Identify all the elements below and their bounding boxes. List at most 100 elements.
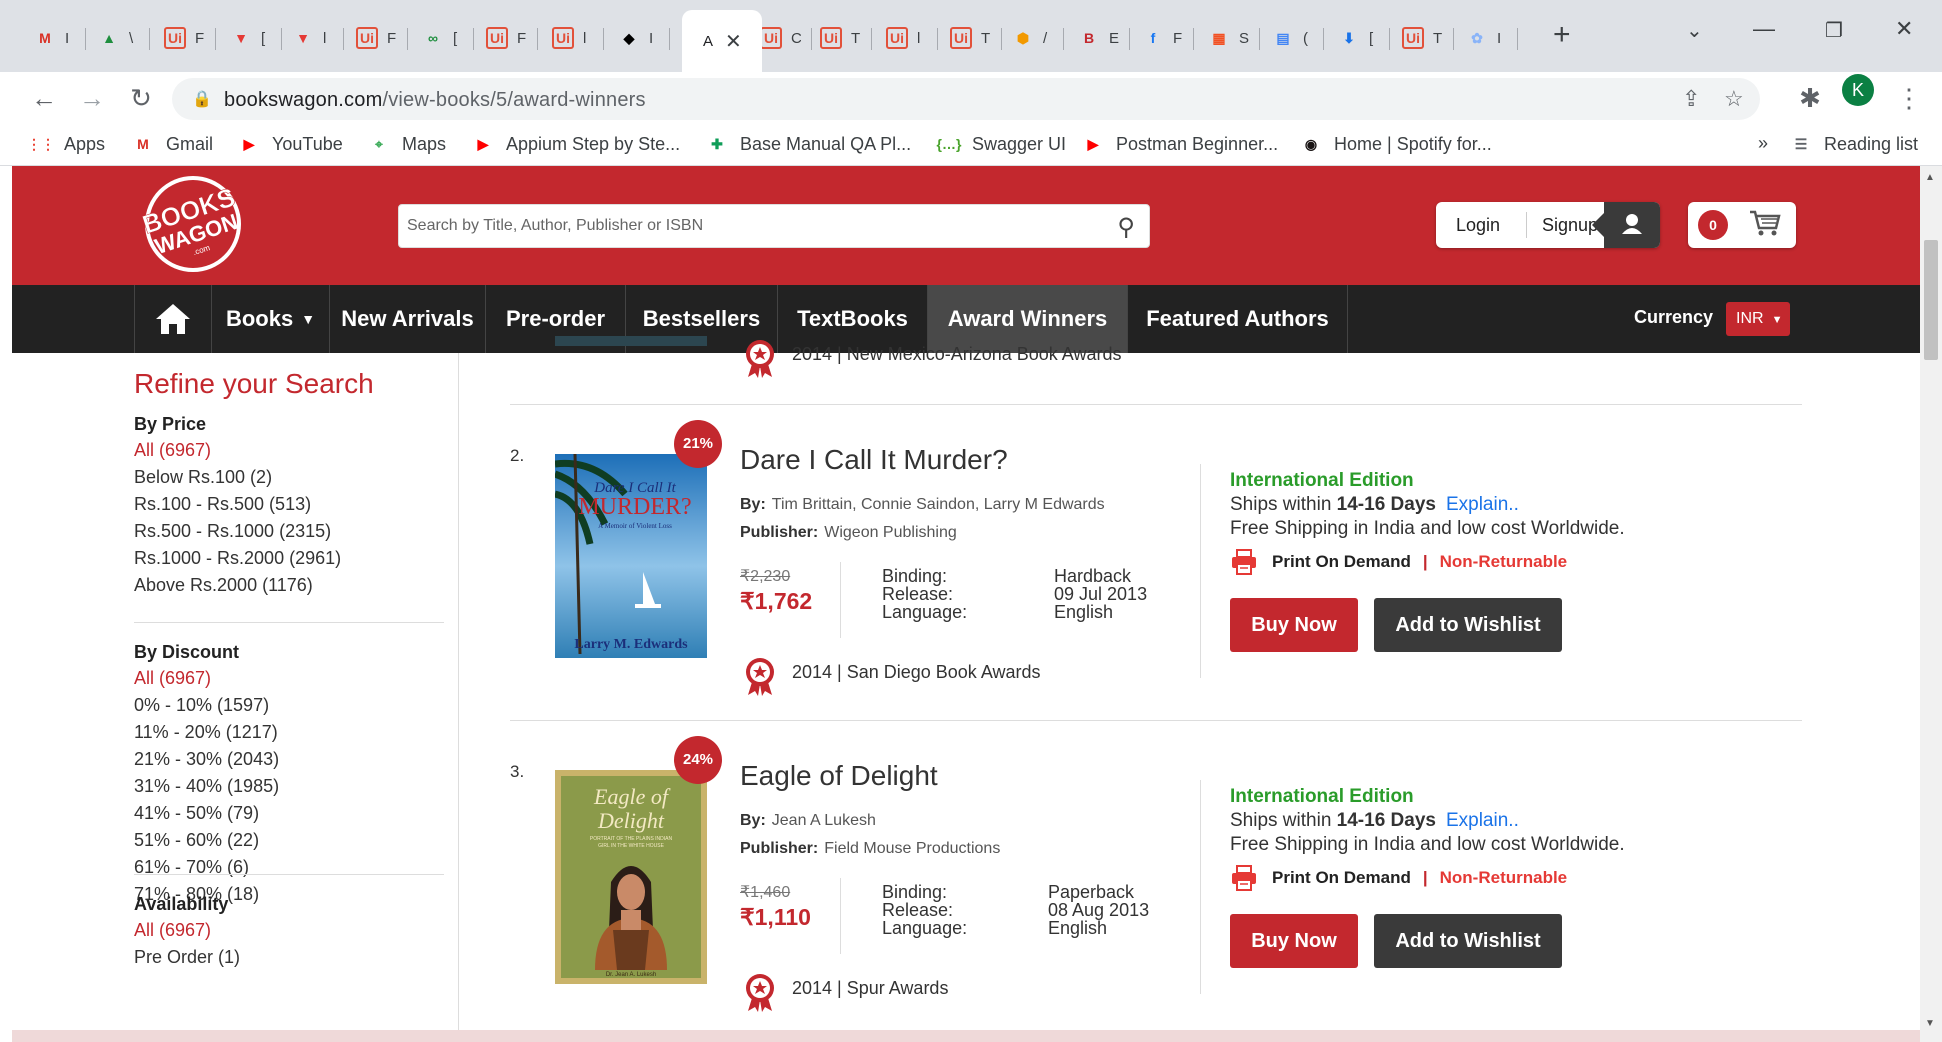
browser-tab[interactable]: MI <box>22 14 86 62</box>
add-to-wishlist-button[interactable]: Add to Wishlist <box>1374 598 1562 652</box>
bookmark-maps[interactable]: ⌖ Maps <box>368 133 446 155</box>
buy-now-button[interactable]: Buy Now <box>1230 914 1358 968</box>
book-cover[interactable]: Dare I Call It MURDER? A Memoir of Violent… <box>555 454 707 658</box>
tab-close-icon[interactable]: ✕ <box>725 29 742 54</box>
browser-tab[interactable]: Ui F <box>474 14 538 62</box>
author-links[interactable]: Tim Brittain, Connie Saindon, Larry M Ed… <box>772 496 1105 513</box>
browser-tab[interactable]: Ui l <box>540 14 604 62</box>
signup-link[interactable]: Signup <box>1542 215 1598 236</box>
filter-option[interactable]: All (6967) <box>134 920 211 941</box>
filter-option[interactable]: Rs.1000 - Rs.2000 (2961) <box>134 548 341 569</box>
cart-icon[interactable] <box>1748 208 1782 245</box>
profile-avatar[interactable]: K <box>1842 74 1874 106</box>
nav-books[interactable]: Books ▼ <box>212 285 330 353</box>
book-title[interactable]: Dare I Call It Murder? <box>740 444 1008 476</box>
book-cover[interactable]: Eagle of Delight PORTRAIT OF THE PLAINS IN… <box>555 770 707 984</box>
browser-tab[interactable]: Ui F <box>344 14 408 62</box>
scroll-up-icon[interactable]: ▲ <box>1925 172 1935 183</box>
reload-icon[interactable]: ↻ <box>124 82 158 114</box>
filter-option[interactable]: Pre Order (1) <box>134 947 240 968</box>
filter-option[interactable]: Rs.100 - Rs.500 (513) <box>134 494 311 515</box>
currency-select[interactable]: INR ▼ <box>1726 302 1790 336</box>
search-input[interactable] <box>407 215 1087 237</box>
filter-option[interactable]: 51% - 60% (22) <box>134 830 259 851</box>
browser-tab[interactable]: ◆ I <box>606 14 670 62</box>
browser-tab[interactable]: ∞[ <box>410 14 474 62</box>
bookmark-spotify[interactable]: ◉ Home | Spotify for... <box>1300 133 1492 155</box>
close-window-icon[interactable]: ✕ <box>1895 16 1913 42</box>
search-icon[interactable]: ⚲ <box>1117 213 1135 242</box>
more-bookmarks-button[interactable]: » <box>1758 133 1768 154</box>
browser-tab[interactable]: ▤( <box>1260 14 1324 62</box>
url-text[interactable]: bookswagon.com/view-books/5/award-winner… <box>224 89 646 112</box>
share-icon[interactable]: ⇪ <box>1682 86 1700 112</box>
cart-button[interactable]: 0 <box>1688 202 1796 248</box>
scrollbar-thumb[interactable] <box>1924 240 1938 360</box>
book-cover[interactable] <box>555 336 707 346</box>
filter-option[interactable]: All (6967) <box>134 440 211 461</box>
bookmark-swagger[interactable]: {…} Swagger UI <box>937 133 1067 155</box>
browser-tab[interactable]: ▼ l <box>280 14 344 62</box>
filter-option[interactable]: Above Rs.2000 (1176) <box>134 575 313 596</box>
bookmark-label: Maps <box>402 133 447 154</box>
search-result: 2. Dare I Call It MURDER? A Memoir of Viole… <box>510 414 1802 730</box>
browser-tab[interactable]: ✿ I <box>1454 14 1518 62</box>
bookmark-plus[interactable]: ✚ Base Manual QA Pl... <box>706 133 911 155</box>
browser-tab[interactable]: ▼[ <box>218 14 282 62</box>
explain-link[interactable]: Explain.. <box>1446 810 1519 831</box>
browser-tab[interactable]: fF <box>1130 14 1194 62</box>
new-tab-button[interactable]: + <box>1553 18 1571 52</box>
browser-tab[interactable]: Ui T <box>1390 14 1454 62</box>
buy-now-button[interactable]: Buy Now <box>1230 598 1358 652</box>
forward-icon[interactable]: → <box>75 82 109 114</box>
filter-option[interactable]: 11% - 20% (1217) <box>134 722 278 743</box>
filter-option[interactable]: 31% - 40% (1985) <box>134 776 279 797</box>
bookswagon-logo[interactable]: BOOKS WAGON .com <box>134 174 252 274</box>
search-result: 3. Eagle of Delight PORTRAIT OF THE PLAINS … <box>510 730 1802 1042</box>
bookmark-youtube[interactable]: ▶ Appium Step by Ste... <box>472 133 680 155</box>
lock-icon[interactable]: 🔒 <box>192 89 212 109</box>
explain-link[interactable]: Explain.. <box>1446 494 1519 515</box>
browser-tab[interactable]: ▲ \ <box>86 14 150 62</box>
browser-tab[interactable]: Ui T <box>808 14 872 62</box>
filter-option[interactable]: 41% - 50% (79) <box>134 803 259 824</box>
author-links[interactable]: Jean A Lukesh <box>772 812 876 829</box>
address-bar[interactable]: 🔒 bookswagon.com/view-books/5/award-winn… <box>172 78 1760 120</box>
browser-tab[interactable]: BE <box>1066 14 1130 62</box>
tab-separator <box>215 28 216 50</box>
user-icon[interactable] <box>1592 202 1660 248</box>
filter-option[interactable]: 21% - 30% (2043) <box>134 749 279 770</box>
tab-search-icon[interactable]: ⌄ <box>1686 18 1703 43</box>
browser-tab-active[interactable]: A ✕ <box>682 10 762 72</box>
browser-tab[interactable]: Ui l <box>874 14 938 62</box>
filter-option[interactable]: 0% - 10% (1597) <box>134 695 269 716</box>
publisher-name[interactable]: Wigeon Publishing <box>824 524 957 541</box>
extensions-icon[interactable]: ✱ <box>1793 82 1827 114</box>
back-icon[interactable]: ← <box>27 82 61 114</box>
home-icon[interactable] <box>134 285 212 353</box>
browser-tab[interactable]: Ui F <box>152 14 216 62</box>
browser-tab[interactable]: ⬇[ <box>1326 14 1390 62</box>
bookmark-youtube[interactable]: ▶ YouTube <box>238 133 343 155</box>
bookmark-gmail[interactable]: M Gmail <box>132 133 213 155</box>
browser-tab[interactable]: ▦ S <box>1196 14 1260 62</box>
bookmark-apps[interactable]: ⋮⋮ Apps <box>27 133 105 155</box>
reading-list-button[interactable]: ☰ Reading list <box>1790 133 1918 155</box>
add-to-wishlist-button[interactable]: Add to Wishlist <box>1374 914 1562 968</box>
filter-option[interactable]: Rs.500 - Rs.1000 (2315) <box>134 521 331 542</box>
filter-option[interactable]: All (6967) <box>134 668 211 689</box>
minimize-icon[interactable]: — <box>1753 16 1775 42</box>
chrome-menu-icon[interactable]: ⋮ <box>1892 82 1926 114</box>
restore-icon[interactable]: ❐ <box>1825 18 1843 43</box>
bookmark-star-icon[interactable]: ☆ <box>1724 86 1744 112</box>
page-scrollbar[interactable]: ▲ ▼ <box>1920 166 1942 1042</box>
filter-option[interactable]: Below Rs.100 (2) <box>134 467 272 488</box>
bookmark-youtube[interactable]: ▶ Postman Beginner... <box>1082 133 1279 155</box>
publisher-name[interactable]: Field Mouse Productions <box>824 840 1000 857</box>
nav-new-arrivals[interactable]: New Arrivals <box>330 285 486 353</box>
browser-tab[interactable]: ⬢ / <box>1000 14 1064 62</box>
scroll-down-icon[interactable]: ▼ <box>1925 1018 1935 1029</box>
book-title[interactable]: Eagle of Delight <box>740 760 938 792</box>
browser-tab[interactable]: Ui T <box>938 14 1002 62</box>
login-link[interactable]: Login <box>1456 215 1500 236</box>
